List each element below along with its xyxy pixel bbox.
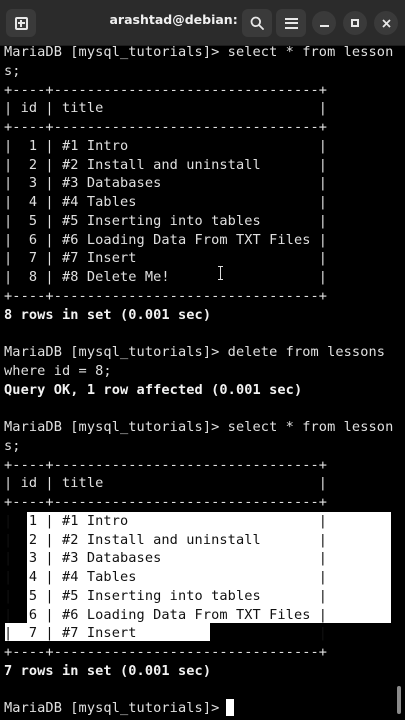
terminal-line: +----+--------------------------------+ xyxy=(4,81,328,98)
terminal-line: +----+--------------------------------+ xyxy=(4,644,328,660)
title-bar: arashtad@debian: ~ xyxy=(0,0,405,46)
terminal-line: | 7 | #7 Insert | xyxy=(4,625,328,642)
terminal-line: | 6 | #6 Loading Data From TXT Files | xyxy=(4,231,328,248)
terminal-line: | 4 | #4 Tables | xyxy=(4,194,328,210)
new-tab-button[interactable] xyxy=(6,9,36,37)
terminal-line: | 1 | #1 Intro | xyxy=(4,512,328,529)
terminal-line: | id | title | xyxy=(4,475,328,492)
scrollbar[interactable] xyxy=(397,686,401,714)
terminal-line: | 3 | #3 Databases | xyxy=(4,175,328,192)
hamburger-icon xyxy=(284,17,298,29)
terminal-window: arashtad@debian: ~ MariaDB [mysql_tutori… xyxy=(0,0,405,720)
search-icon xyxy=(250,16,264,30)
menu-button[interactable] xyxy=(276,9,306,37)
search-button[interactable] xyxy=(242,9,272,37)
terminal-line: where id = 8; xyxy=(4,362,112,379)
minimize-icon xyxy=(319,24,329,27)
terminal-line: | 8 | #8 Delete Me! | xyxy=(4,269,328,285)
text-cursor xyxy=(226,699,234,716)
new-tab-icon xyxy=(14,16,28,30)
terminal-line: | 2 | #2 Install and uninstall | xyxy=(4,156,328,173)
window-title: arashtad@debian: ~ xyxy=(109,12,253,27)
terminal-line: | 5 | #5 Inserting into tables | xyxy=(4,587,328,604)
terminal-line: +----+--------------------------------+ xyxy=(4,119,328,135)
maximize-icon xyxy=(351,19,359,27)
terminal-line: | 6 | #6 Loading Data From TXT Files | xyxy=(4,606,328,623)
close-button[interactable] xyxy=(374,11,398,35)
mouse-ibeam-cursor xyxy=(218,266,224,280)
terminal-line: | 4 | #4 Tables | xyxy=(4,569,328,585)
terminal-line: +----+--------------------------------+ xyxy=(4,494,328,510)
terminal-line: MariaDB [mysql_tutorials]> xyxy=(4,700,228,717)
terminal-output[interactable]: MariaDB [mysql_tutorials]> select * from… xyxy=(0,46,405,720)
terminal-line: | id | title | xyxy=(4,100,328,117)
terminal-line: | 3 | #3 Databases | xyxy=(4,550,328,567)
terminal-line: | 7 | #7 Insert | xyxy=(4,250,328,267)
terminal-line: 8 rows in set (0.001 sec) xyxy=(4,306,212,323)
terminal-line: | 2 | #2 Install and uninstall | xyxy=(4,531,328,548)
terminal-line: MariaDB [mysql_tutorials]> delete from l… xyxy=(4,344,386,360)
terminal-line: 7 rows in set (0.001 sec) xyxy=(4,662,212,679)
terminal-line: MariaDB [mysql_tutorials]> select * from… xyxy=(4,419,394,435)
terminal-line: | 1 | #1 Intro | xyxy=(4,137,328,154)
terminal-line: +----+--------------------------------+ xyxy=(4,287,328,304)
terminal-line: Query OK, 1 row affected (0.001 sec) xyxy=(4,381,303,398)
terminal-line: | 5 | #5 Inserting into tables | xyxy=(4,212,328,229)
minimize-button[interactable] xyxy=(312,11,336,35)
terminal-line: s; xyxy=(4,437,21,454)
terminal-line: +----+--------------------------------+ xyxy=(4,456,328,473)
terminal-line: s; xyxy=(4,62,21,79)
terminal-line: MariaDB [mysql_tutorials]> select * from… xyxy=(4,46,394,60)
maximize-button[interactable] xyxy=(343,11,367,35)
close-icon xyxy=(381,18,391,28)
